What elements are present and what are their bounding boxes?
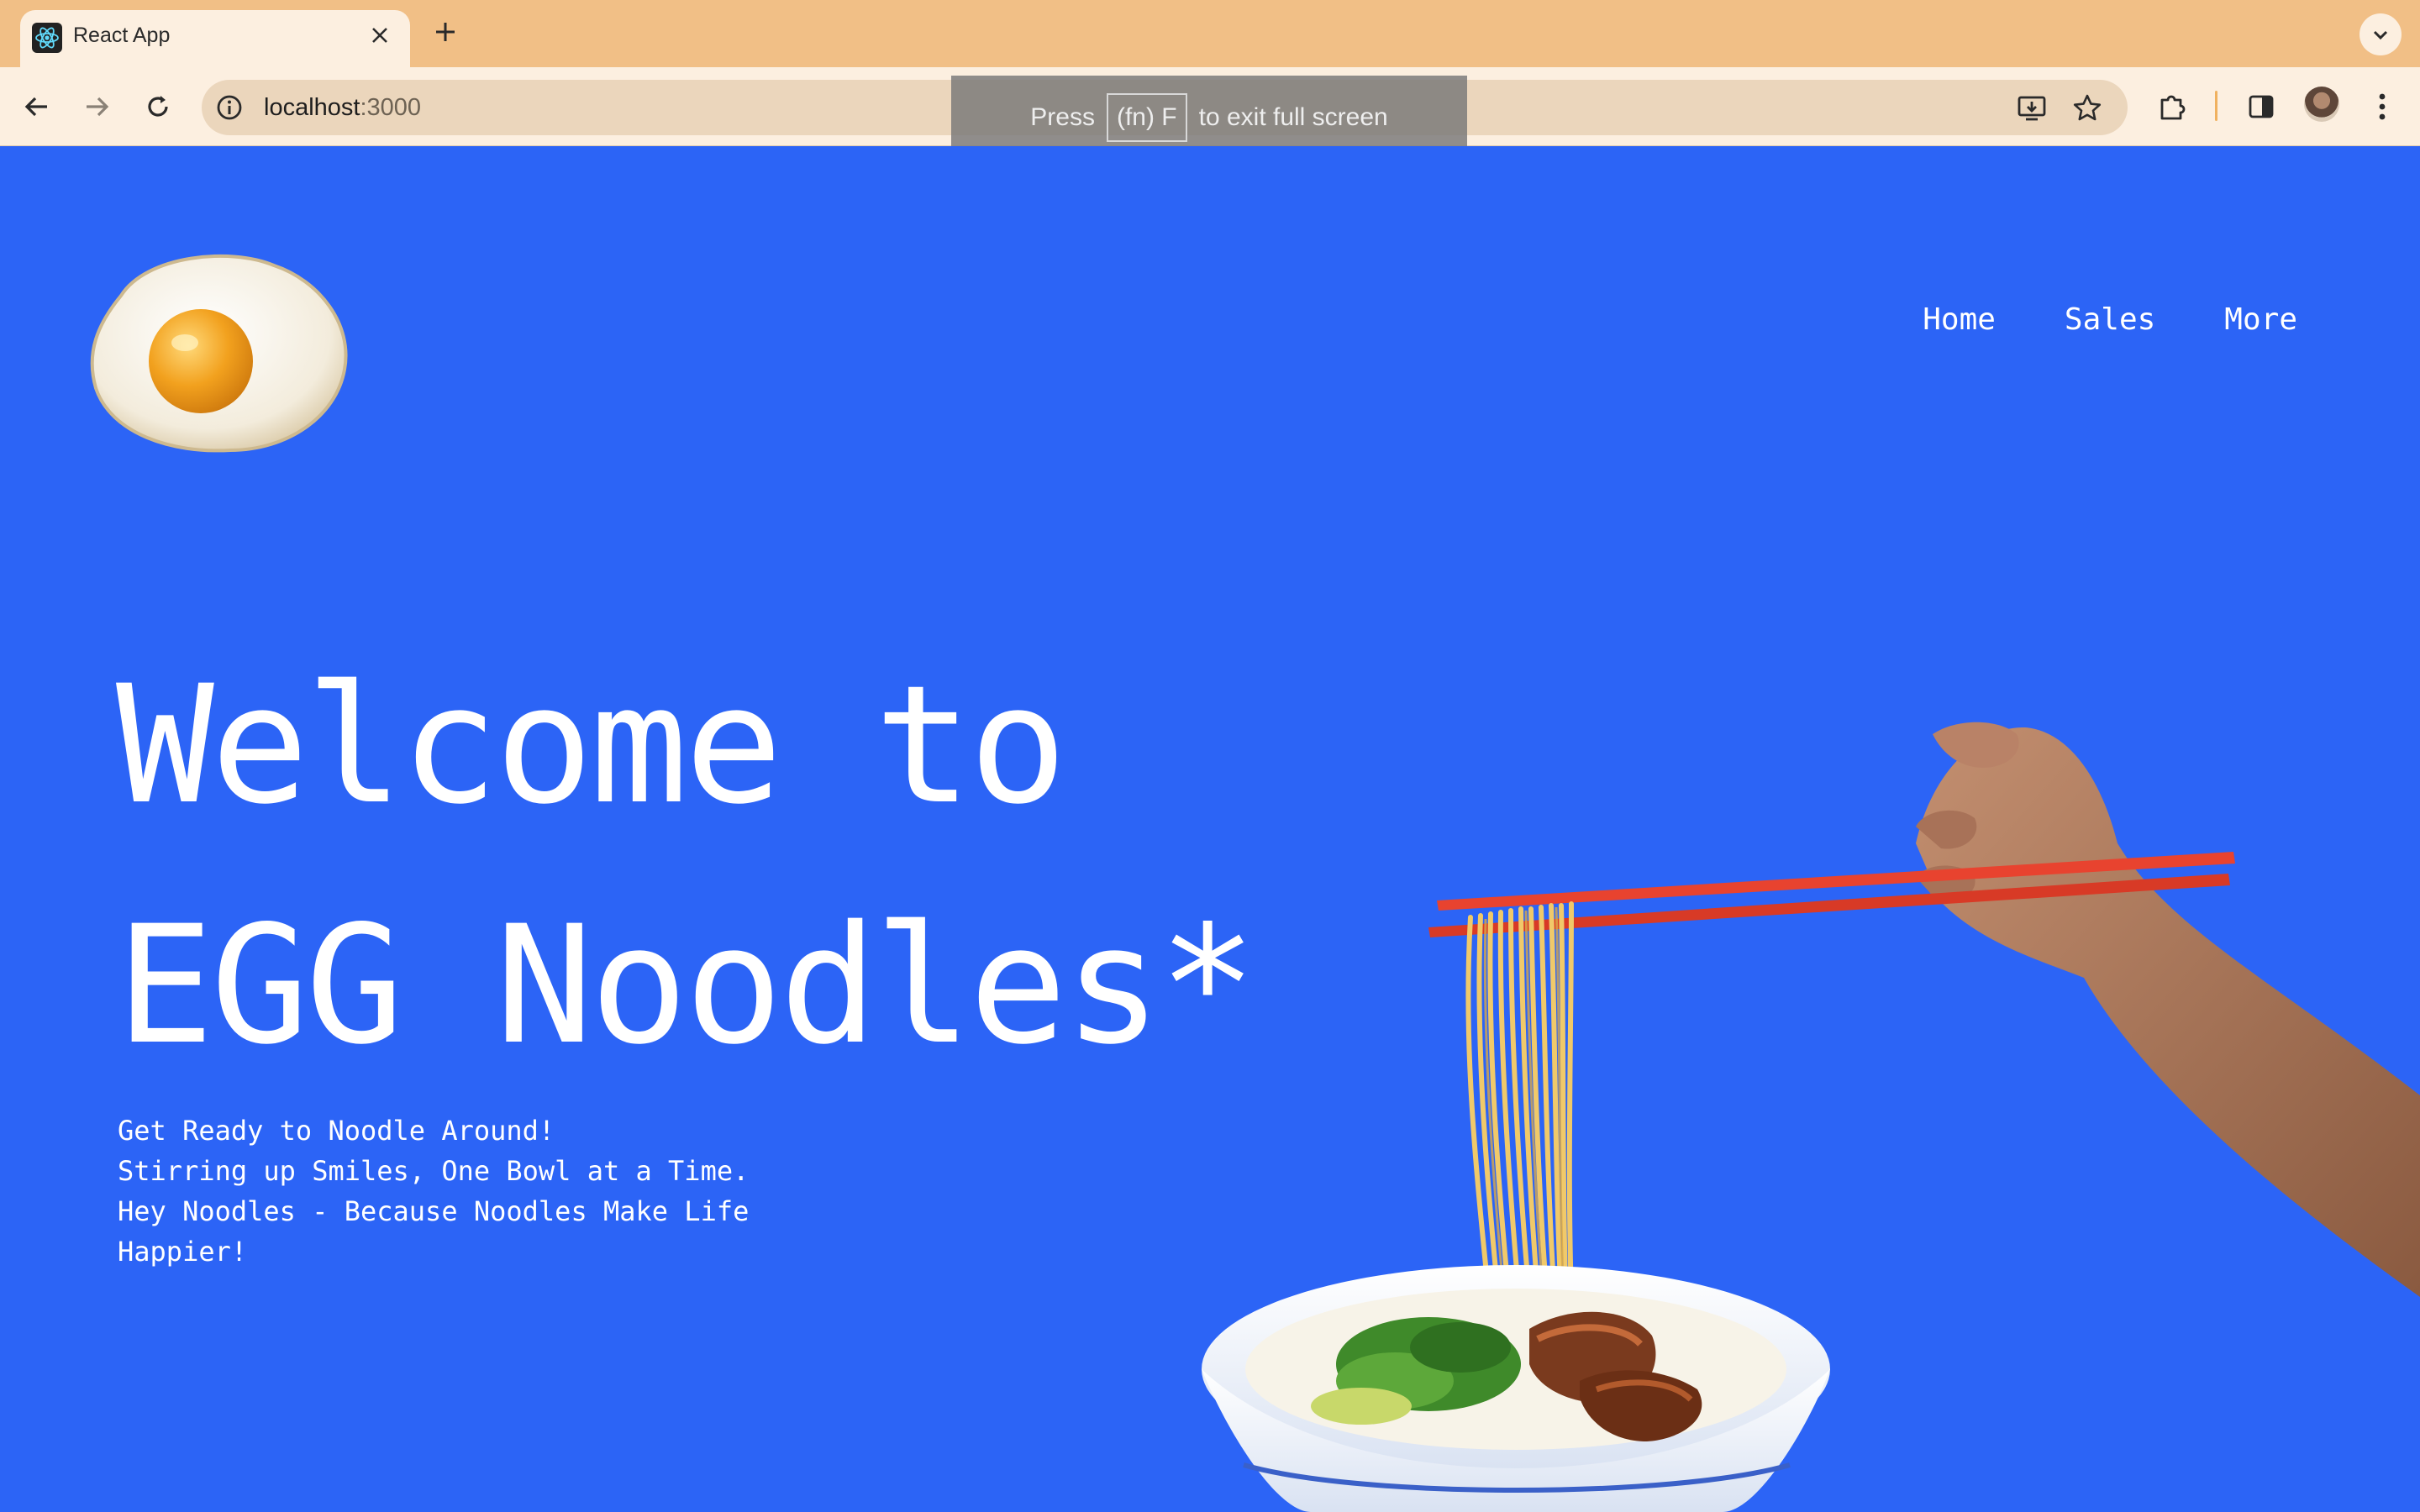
chevron-down-icon[interactable] — [2360, 13, 2402, 55]
tagline: Get Ready to Noodle Around! Stirring up … — [118, 1110, 924, 1272]
url-text[interactable]: localhost:3000 — [264, 94, 421, 122]
browser-tab[interactable]: React App — [20, 10, 410, 67]
toast-prefix: Press — [1030, 103, 1095, 131]
url-host: localhost — [264, 94, 360, 121]
close-icon[interactable] — [365, 20, 395, 50]
fried-egg-logo[interactable] — [87, 244, 355, 457]
tab-strip: React App — [0, 0, 2420, 67]
nav-more[interactable]: More — [2224, 302, 2297, 337]
install-app-icon[interactable] — [2013, 90, 2050, 127]
url-port: :3000 — [360, 94, 422, 121]
toolbar-divider — [2215, 91, 2217, 121]
puzzle-icon[interactable] — [2151, 86, 2193, 128]
plus-icon[interactable] — [429, 15, 462, 49]
tagline-line-1: Get Ready to Noodle Around! — [118, 1115, 555, 1147]
hero-title-line-2: EGG Noodles* — [116, 890, 1257, 1080]
toast-key: (fn) F — [1106, 93, 1187, 142]
star-icon[interactable] — [2069, 90, 2106, 127]
hand-chopsticks-noodle-bowl — [1176, 625, 2420, 1512]
tagline-line-2: Stirring up Smiles, One Bowl at a Time. — [118, 1155, 750, 1187]
nav-home[interactable]: Home — [1923, 302, 1996, 337]
arrow-right-icon[interactable] — [76, 87, 117, 127]
side-panel-icon[interactable] — [2240, 86, 2282, 128]
tab-title: React App — [73, 24, 171, 47]
hero-title-line-1: Welcome to — [116, 650, 1067, 840]
page-content: Home Sales More Welcome to EGG Noodles* … — [0, 146, 2420, 1512]
kebab-menu-icon[interactable] — [2361, 86, 2403, 128]
nav-sales[interactable]: Sales — [2065, 302, 2155, 337]
arrow-left-icon[interactable] — [17, 87, 57, 127]
tagline-line-3: Hey Noodles - Because Noodles Make Life — [118, 1195, 750, 1227]
tagline-line-4: Happier! — [118, 1236, 248, 1268]
hero-title: Welcome to EGG Noodles* — [116, 625, 1257, 1105]
react-logo-icon — [32, 23, 62, 53]
toast-suffix: to exit full screen — [1198, 103, 1388, 131]
avatar[interactable] — [2304, 87, 2339, 122]
reload-icon[interactable] — [138, 87, 178, 127]
main-nav: Home Sales More — [1923, 302, 2297, 337]
info-icon[interactable] — [213, 92, 245, 123]
